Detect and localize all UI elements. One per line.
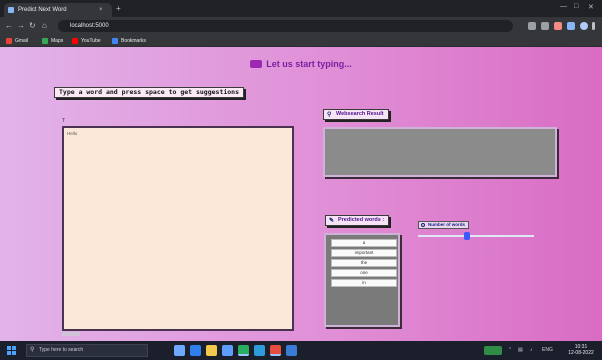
number-of-words-label: Number of words <box>418 221 470 229</box>
chrome-icon[interactable] <box>270 345 281 356</box>
volume-icon[interactable]: ♪ <box>530 347 533 354</box>
predicted-word-item[interactable]: a <box>331 239 397 247</box>
bookmark-favicon-icon <box>72 38 78 44</box>
edge-browser-icon[interactable] <box>190 345 201 356</box>
browser-tab-bar: Predict Next Word × + — □ ✕ <box>0 0 602 17</box>
websearch-result-button[interactable]: ⚲ Websearch Result <box>323 109 389 120</box>
app-page: Let us start typing... Type a word and p… <box>0 47 602 341</box>
predicted-word-item[interactable]: one <box>331 269 397 277</box>
clock-date: 12-08-2022 <box>568 350 594 356</box>
bookmark-item[interactable]: YouTube <box>72 37 101 45</box>
browser-tab[interactable]: Predict Next Word × <box>4 3 112 17</box>
vscode-icon[interactable] <box>238 345 249 356</box>
taskbar-search-box[interactable]: ⚲ Type here to search <box>26 344 148 357</box>
windows-start-icon[interactable] <box>7 346 16 355</box>
os-taskbar: ⚲ Type here to search ⌃ ▤ ♪ ENG 10:31 12… <box>0 341 602 360</box>
close-window-icon[interactable]: ✕ <box>588 3 594 11</box>
mail-icon[interactable] <box>254 345 265 356</box>
bookmark-favicon-icon <box>6 38 12 44</box>
maximize-icon[interactable]: □ <box>574 3 578 10</box>
websearch-result-panel <box>323 127 557 177</box>
terminal-icon[interactable] <box>286 345 297 356</box>
number-of-words-slider-thumb[interactable] <box>463 232 470 240</box>
textarea-label: T <box>62 118 66 124</box>
bookmark-item[interactable]: Bookmarks <box>112 37 146 45</box>
weather-widget-icon[interactable] <box>484 346 502 355</box>
pencil-icon: ✎ <box>329 218 335 224</box>
search-icon: ⚲ <box>30 347 35 353</box>
predicted-words-button[interactable]: ✎ Predicted words : <box>325 215 390 226</box>
bookmark-item[interactable]: Maps <box>42 37 63 45</box>
slider-label-text: Number of words <box>428 222 466 227</box>
taskbar-search-placeholder: Type here to search <box>39 347 84 353</box>
keyboard-icon <box>250 60 263 68</box>
counter-icon <box>421 223 425 227</box>
profile-avatar-icon[interactable] <box>580 22 588 30</box>
network-icon[interactable]: ▤ <box>518 347 523 354</box>
task-view-icon[interactable] <box>174 345 185 356</box>
store-icon[interactable] <box>222 345 233 356</box>
search-icon: ⚲ <box>327 112 332 118</box>
menu-dots-icon[interactable] <box>592 22 595 30</box>
bookmark-favicon-icon <box>112 38 118 44</box>
bookmark-item[interactable]: Gmail <box>6 37 28 45</box>
page-heading: Let us start typing... <box>0 59 602 69</box>
tray-chevron-icon[interactable]: ⌃ <box>508 347 512 354</box>
share-icon[interactable] <box>528 22 536 30</box>
bookmarks-bar: Gmail Maps YouTube Bookmarks <box>0 35 602 47</box>
bookmark-label: Maps <box>51 38 64 44</box>
bookmark-label: YouTube <box>81 38 101 44</box>
predicted-words-panel: a important the one in <box>324 233 400 327</box>
number-of-words-slider-track[interactable] <box>418 235 534 237</box>
address-bar[interactable]: localhost:5000 <box>58 20 513 32</box>
home-icon[interactable]: ⌂ <box>42 21 47 31</box>
minimize-icon[interactable]: — <box>560 3 567 10</box>
extensions-puzzle-icon[interactable] <box>567 22 575 30</box>
extension-icon[interactable] <box>554 22 562 30</box>
bookmark-label: Bookmarks <box>121 38 147 44</box>
forward-icon[interactable]: → <box>17 21 25 31</box>
back-icon[interactable]: ← <box>5 21 13 31</box>
file-explorer-icon[interactable] <box>206 345 217 356</box>
websearch-label: Websearch Result <box>336 111 384 117</box>
textarea-resize-handle[interactable] <box>62 332 80 336</box>
bookmark-label: Gmail <box>15 38 29 44</box>
predicted-word-item[interactable]: in <box>331 279 397 287</box>
tab-title: Predict Next Word <box>18 7 67 13</box>
page-title: Let us start typing... <box>266 59 352 69</box>
bookmark-favicon-icon <box>42 38 48 44</box>
typing-textarea[interactable] <box>62 126 294 331</box>
predicted-label: Predicted words : <box>338 217 385 223</box>
predicted-word-item[interactable]: important <box>331 249 397 257</box>
address-text: localhost:5000 <box>70 23 109 29</box>
tab-favicon-icon <box>8 7 14 13</box>
tab-close-icon[interactable]: × <box>99 7 103 13</box>
browser-toolbar: ← → ↻ ⌂ localhost:5000 <box>0 17 602 35</box>
new-tab-button[interactable]: + <box>116 4 121 13</box>
instruction-banner: Type a word and press space to get sugge… <box>54 87 245 98</box>
predicted-word-item[interactable]: the <box>331 259 397 267</box>
language-indicator[interactable]: ENG <box>542 347 553 354</box>
taskbar-clock[interactable]: 10:31 12-08-2022 <box>566 344 596 356</box>
reload-icon[interactable]: ↻ <box>29 21 36 31</box>
bookmark-star-icon[interactable] <box>541 22 549 30</box>
